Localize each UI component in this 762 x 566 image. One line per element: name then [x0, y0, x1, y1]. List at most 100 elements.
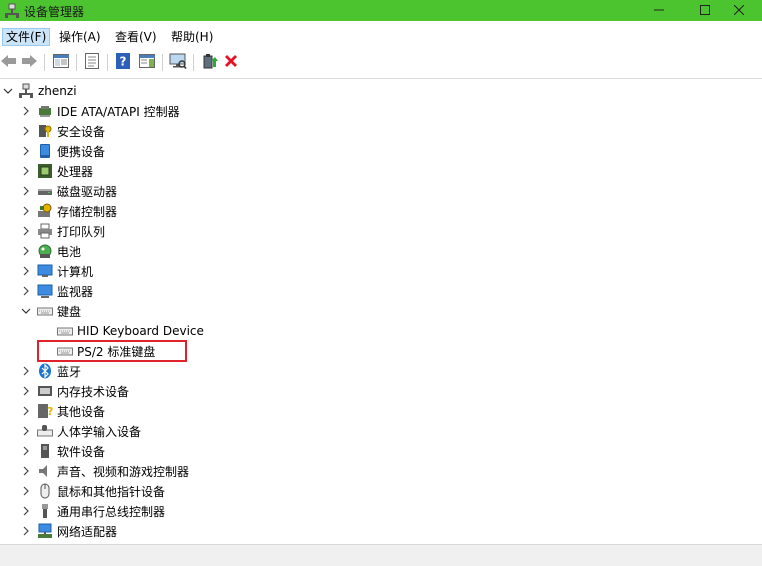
show-hide-tree-button[interactable]	[52, 53, 70, 71]
tree-node-label: 打印队列	[57, 224, 106, 239]
chevron-right-icon[interactable]	[21, 146, 31, 156]
minimize-button[interactable]	[636, 0, 682, 21]
svg-text:?: ?	[47, 405, 53, 418]
menu-bar: 文件(F) 操作(A) 查看(V) 帮助(H)	[0, 26, 762, 48]
chevron-right-icon[interactable]	[21, 406, 31, 416]
properties-button[interactable]	[83, 52, 101, 71]
update-driver-icon	[202, 53, 218, 72]
chevron-right-icon[interactable]	[21, 226, 31, 236]
tree-node-label: 通用串行总线控制器	[57, 504, 166, 519]
tree-node-label: 磁盘驱动器	[57, 184, 118, 199]
tree-node-security[interactable]: 安全设备	[21, 121, 105, 141]
chevron-right-icon[interactable]	[21, 106, 31, 116]
uninstall-button[interactable]	[222, 53, 240, 71]
menu-file[interactable]: 文件(F)	[1, 28, 51, 46]
update-driver-button[interactable]	[201, 53, 219, 71]
help-button[interactable]: ?	[114, 52, 132, 72]
chevron-right-icon[interactable]	[21, 486, 31, 496]
minimize-icon	[654, 4, 664, 18]
chevron-right-icon[interactable]	[21, 266, 31, 276]
chevron-right-icon[interactable]	[21, 386, 31, 396]
chevron-down-icon[interactable]	[3, 86, 13, 96]
forward-button[interactable]	[20, 53, 38, 71]
tree-node-sound[interactable]: 声音、视频和游戏控制器	[21, 461, 189, 481]
tree-node-label: 人体学输入设备	[57, 424, 142, 439]
tree-node-label: 计算机	[57, 264, 94, 279]
highlight-annotation-box	[37, 340, 187, 362]
keyboard-icon	[57, 323, 73, 339]
monitor-icon	[37, 283, 53, 299]
tree-node-hid[interactable]: 人体学输入设备	[21, 421, 141, 441]
title-bar: 设备管理器	[0, 0, 762, 21]
tree-node-processor[interactable]: 处理器	[21, 161, 93, 181]
tree-node-label: 其他设备	[57, 404, 106, 419]
tree-node-memory[interactable]: 内存技术设备	[21, 381, 129, 401]
toolbar-divider	[44, 54, 45, 71]
software-device-icon	[37, 443, 53, 459]
scan-hardware-icon	[169, 53, 187, 72]
chevron-right-icon[interactable]	[21, 446, 31, 456]
chevron-right-icon[interactable]	[21, 246, 31, 256]
tree-child-hid-keyboard[interactable]: HID Keyboard Device	[57, 321, 204, 341]
back-button[interactable]	[0, 53, 18, 71]
tree-node-disk[interactable]: 磁盘驱动器	[21, 181, 117, 201]
menu-view[interactable]: 查看(V)	[112, 29, 160, 45]
chevron-right-icon[interactable]	[21, 286, 31, 296]
window-title: 设备管理器	[24, 5, 85, 19]
mouse-icon	[37, 483, 53, 499]
action-pane-button[interactable]	[138, 53, 156, 71]
tree-node-label: 处理器	[57, 164, 94, 179]
unknown-device-icon: ?	[37, 403, 53, 419]
memory-device-icon	[37, 383, 53, 399]
toolbar-divider	[107, 54, 108, 71]
tree-node-monitor[interactable]: 监视器	[21, 281, 93, 301]
scan-hardware-button[interactable]	[169, 53, 187, 71]
chevron-right-icon[interactable]	[21, 526, 31, 536]
battery-icon	[37, 243, 53, 259]
back-arrow-icon	[1, 54, 17, 71]
tree-node-keyboard[interactable]: 键盘	[21, 301, 81, 321]
menu-action[interactable]: 操作(A)	[56, 29, 104, 45]
tree-node-storage[interactable]: 存储控制器	[21, 201, 117, 221]
tree-node-label: 蓝牙	[57, 364, 82, 379]
tree-node-label: 监视器	[57, 284, 94, 299]
toolbar-divider	[162, 54, 163, 71]
tree-node-other[interactable]: ? 其他设备	[21, 401, 105, 421]
chevron-right-icon[interactable]	[21, 466, 31, 476]
tree-node-printer[interactable]: 打印队列	[21, 221, 105, 241]
action-pane-icon	[139, 53, 155, 71]
printer-icon	[37, 223, 53, 239]
chevron-right-icon[interactable]	[21, 366, 31, 376]
network-adapter-icon	[37, 523, 53, 539]
storage-controller-icon	[37, 203, 53, 219]
chevron-right-icon[interactable]	[21, 126, 31, 136]
tree-node-mouse[interactable]: 鼠标和其他指针设备	[21, 481, 165, 501]
tree-root-label: zhenzi	[38, 84, 77, 98]
chevron-right-icon[interactable]	[21, 206, 31, 216]
chevron-right-icon[interactable]	[21, 506, 31, 516]
chevron-right-icon[interactable]	[21, 166, 31, 176]
security-key-icon	[37, 123, 53, 139]
chevron-right-icon[interactable]	[21, 426, 31, 436]
chevron-right-icon[interactable]	[21, 186, 31, 196]
help-icon: ?	[116, 52, 130, 72]
menu-help[interactable]: 帮助(H)	[168, 29, 216, 45]
tree-node-label: 存储控制器	[57, 204, 118, 219]
tree-node-ide[interactable]: IDE ATA/ATAPI 控制器	[21, 101, 180, 121]
tree-node-battery[interactable]: 电池	[21, 241, 81, 261]
device-tree[interactable]: zhenzi IDE ATA/ATAPI 控制器 安全设备 便携设备 处理器 磁…	[0, 78, 762, 542]
toolbar: ?	[0, 51, 762, 75]
show-hide-tree-icon	[53, 53, 69, 71]
computer-tree-root-icon	[18, 83, 34, 99]
computer-icon	[37, 263, 53, 279]
tree-node-software[interactable]: 软件设备	[21, 441, 105, 461]
tree-node-portable[interactable]: 便携设备	[21, 141, 105, 161]
processor-icon	[37, 163, 53, 179]
tree-node-computer[interactable]: 计算机	[21, 261, 93, 281]
tree-node-bluetooth[interactable]: 蓝牙	[21, 361, 81, 381]
tree-node-usb[interactable]: 通用串行总线控制器	[21, 501, 165, 521]
tree-node-network[interactable]: 网络适配器	[21, 521, 117, 541]
chevron-down-icon[interactable]	[21, 306, 31, 316]
close-button[interactable]	[716, 0, 762, 21]
tree-root[interactable]: zhenzi	[3, 81, 77, 101]
